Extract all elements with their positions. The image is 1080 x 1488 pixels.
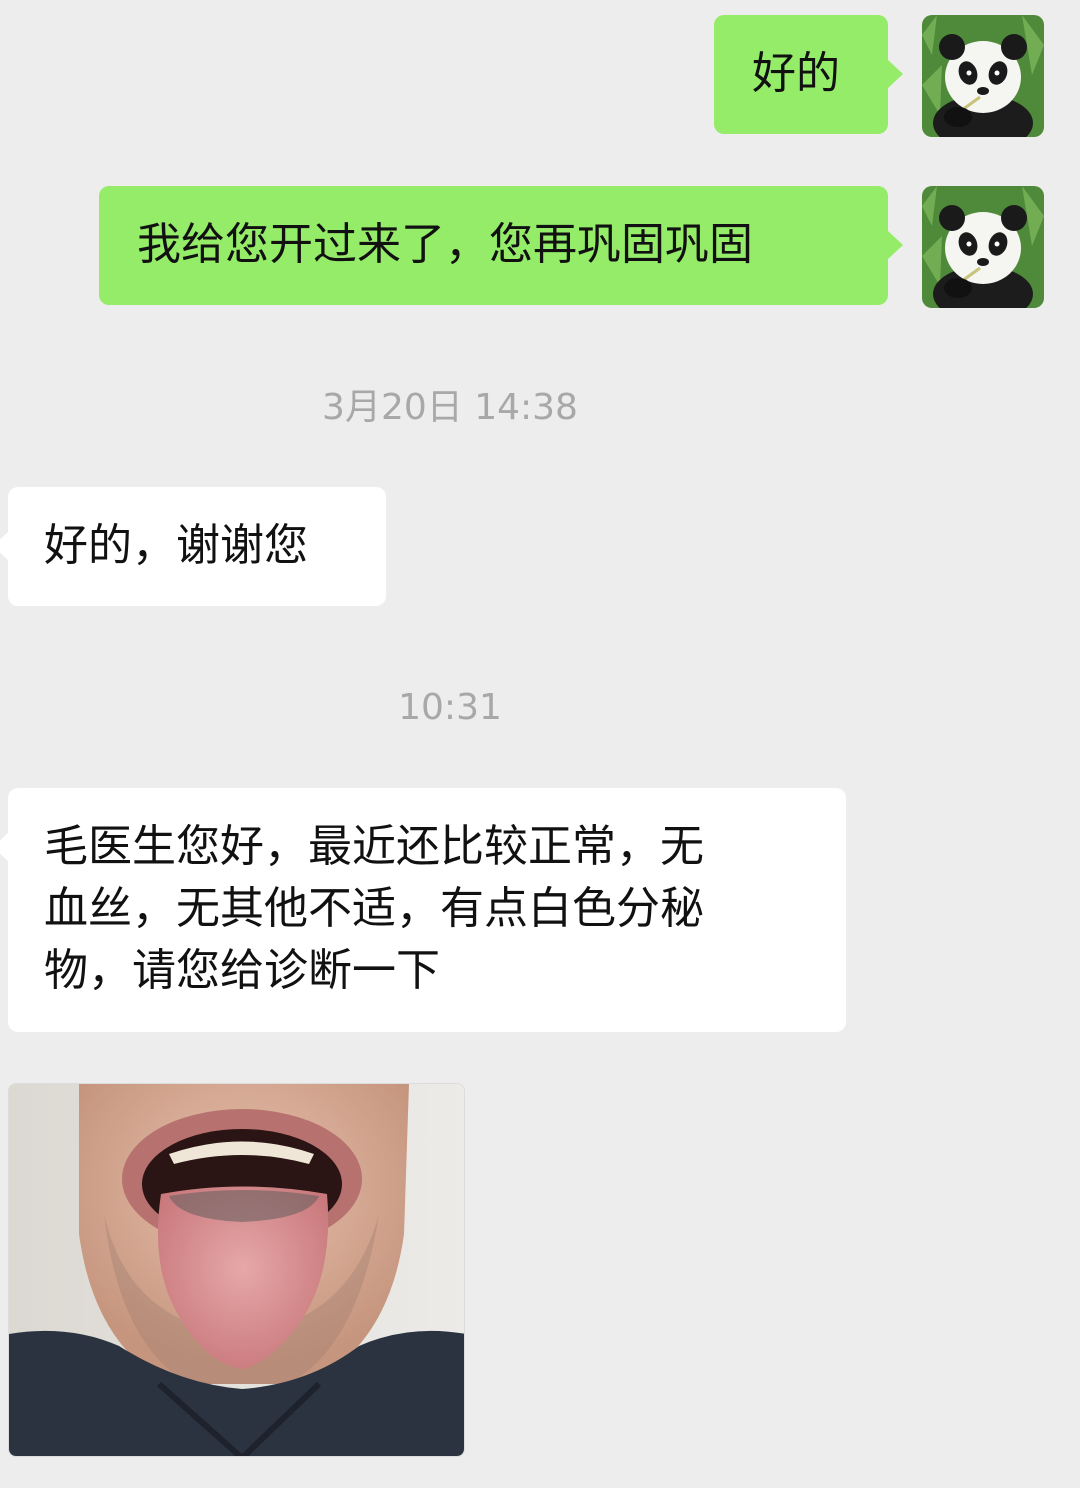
timestamp: 3月20日 14:38 (322, 387, 578, 428)
tongue-photo-icon[interactable] (8, 1083, 465, 1457)
timestamp: 10:31 (398, 687, 502, 728)
message-line: 血丝，无其他不适，有点白色分秘 (44, 883, 704, 934)
panda-avatar-icon[interactable] (922, 186, 1044, 308)
chat-bubble-sent[interactable]: 好的 (714, 15, 903, 134)
message-line: 物，请您给诊断一下 (44, 945, 440, 996)
message-line: 毛医生您好，最近还比较正常，无 (44, 821, 704, 872)
chat-bubble-sent[interactable]: 我给您开过来了，您再巩固巩固 (99, 186, 903, 305)
message-text: 好的，谢谢您 (44, 520, 308, 571)
panda-avatar-icon[interactable] (922, 15, 1044, 137)
message-text: 我给您开过来了，您再巩固巩固 (137, 219, 753, 270)
message-text: 好的 (752, 48, 840, 99)
chat-bubble-received[interactable]: 好的，谢谢您 (0, 487, 386, 606)
chat-bubble-received[interactable]: 毛医生您好，最近还比较正常，无 血丝，无其他不适，有点白色分秘 物，请您给诊断一… (0, 788, 846, 1032)
